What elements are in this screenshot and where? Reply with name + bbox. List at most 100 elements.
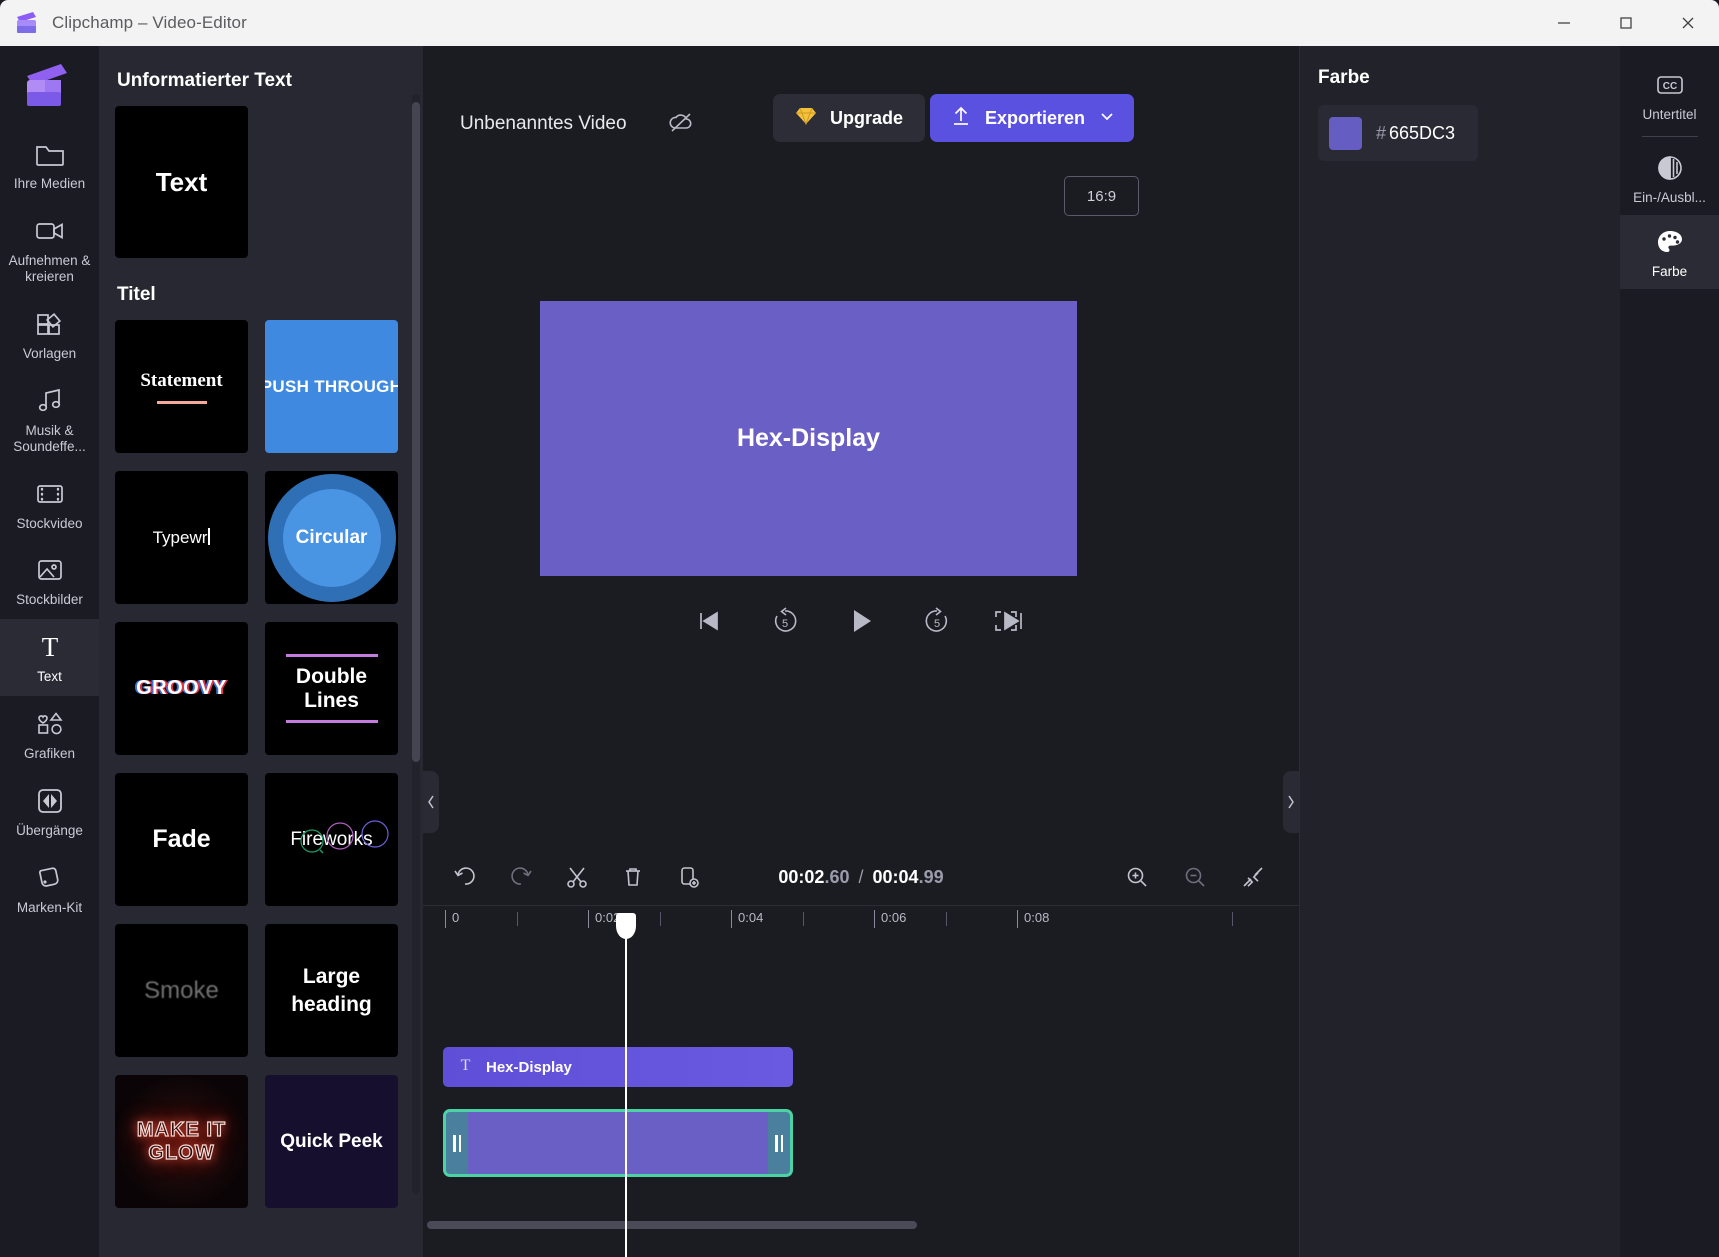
collapse-left-panel-button[interactable] <box>423 771 439 833</box>
forward-5-button[interactable]: 5 <box>915 599 959 643</box>
export-button[interactable]: Exportieren <box>930 94 1135 142</box>
delete-button[interactable] <box>611 855 655 899</box>
skip-to-start-button[interactable] <box>687 599 731 643</box>
sidebar-item-marken-kit[interactable]: Marken-Kit <box>0 850 99 927</box>
right-rail-item-ein-ausblenden[interactable]: Ein-/Ausbl... <box>1620 141 1719 215</box>
fit-to-timeline-button[interactable] <box>1231 855 1275 899</box>
right-rail-item-untertitel[interactable]: CC Untertitel <box>1620 58 1719 132</box>
template-card-make-it-glow[interactable]: MAKE IT GLOW <box>115 1075 248 1208</box>
template-preview: Statement <box>140 370 223 404</box>
play-button[interactable] <box>839 599 883 643</box>
transition-icon <box>36 786 64 816</box>
camera-icon <box>35 216 65 246</box>
window-title: Clipchamp – Video-Editor <box>52 13 247 32</box>
template-card-circular[interactable]: Circular <box>265 471 398 604</box>
upgrade-label: Upgrade <box>830 107 904 128</box>
sidebar-item-ihre-medien[interactable]: Ihre Medien <box>0 126 99 203</box>
timeline-hscrollbar-thumb[interactable] <box>427 1221 917 1229</box>
minimize-button[interactable] <box>1533 0 1595 46</box>
template-card-typewriter[interactable]: Typewr <box>115 471 248 604</box>
total-time: 00:04.99 <box>873 867 944 887</box>
diamond-icon <box>795 106 817 131</box>
redo-button[interactable] <box>499 855 543 899</box>
title-template-grid: Statement PUSH THROUGH Typewr Circular G… <box>115 320 407 1208</box>
color-swatch[interactable] <box>1329 116 1362 150</box>
template-card-groovy[interactable]: GROOVY <box>115 622 248 755</box>
app-body: Ihre Medien Aufnehmen & kreieren Vorlage… <box>0 46 1719 1257</box>
folder-icon <box>35 139 65 169</box>
template-card-push-through[interactable]: PUSH THROUGH <box>265 320 398 453</box>
timeline-hscrollbar-track[interactable] <box>423 1221 1299 1229</box>
preview-area: Hex-Display 5 5 <box>423 166 1299 969</box>
color-picker-row[interactable]: #665DC3 <box>1318 105 1478 161</box>
text-icon: T <box>36 632 64 662</box>
right-rail-item-farbe[interactable]: Farbe <box>1620 215 1719 289</box>
sidebar-item-label: Marken-Kit <box>16 900 83 916</box>
fullscreen-button[interactable] <box>983 591 1029 651</box>
sidebar-item-label: Übergänge <box>16 823 83 839</box>
template-preview: Fireworks <box>290 819 389 853</box>
sidebar-item-musik-soundeffekte[interactable]: Musik & Soundeffe... <box>0 373 99 466</box>
template-card-quick-peek[interactable]: Quick Peek <box>265 1075 398 1208</box>
upgrade-button[interactable]: Upgrade <box>773 94 926 142</box>
cloud-off-icon[interactable] <box>667 110 695 139</box>
image-icon <box>36 555 64 585</box>
trim-handle-right[interactable] <box>768 1112 790 1174</box>
zoom-in-button[interactable] <box>1115 855 1159 899</box>
title-bar: Clipchamp – Video-Editor <box>0 0 1719 46</box>
collapse-right-panel-button[interactable] <box>1283 771 1299 833</box>
undo-button[interactable] <box>443 855 487 899</box>
templates-icon <box>36 309 64 339</box>
template-label: Text <box>155 166 208 197</box>
zoom-out-button[interactable] <box>1173 855 1217 899</box>
project-title[interactable]: Unbenanntes Video <box>460 113 627 135</box>
template-card-double-lines[interactable]: Double Lines <box>265 622 398 755</box>
film-icon <box>35 479 65 509</box>
template-card-statement[interactable]: Statement <box>115 320 248 453</box>
sidebar-item-text[interactable]: T Text <box>0 619 99 697</box>
right-rail-item-label: Farbe <box>1651 264 1688 279</box>
template-preview: Typewr <box>153 527 211 548</box>
sidebar-item-aufnehmen-kreieren[interactable]: Aufnehmen & kreieren <box>0 203 99 296</box>
sidebar-item-label: Text <box>37 669 62 685</box>
template-card-large-heading[interactable]: Large heading <box>265 924 398 1057</box>
ruler-tick-minor <box>659 912 661 926</box>
maximize-button[interactable] <box>1595 0 1657 46</box>
sidebar-item-grafiken[interactable]: Grafiken <box>0 696 99 773</box>
playhead-knob[interactable] <box>616 913 636 939</box>
ruler-tick-minor <box>802 912 804 926</box>
timeline-ruler[interactable]: 0 0:02 0:04 0:06 0:08 <box>423 905 1299 937</box>
template-card-fireworks[interactable]: Fireworks <box>265 773 398 906</box>
template-card-text[interactable]: Text <box>115 106 248 258</box>
ruler-tick-minor <box>1231 912 1233 926</box>
split-button[interactable] <box>555 855 599 899</box>
rewind-5-button[interactable]: 5 <box>763 599 807 643</box>
duplicate-button[interactable] <box>667 855 711 899</box>
sidebar-item-vorlagen[interactable]: Vorlagen <box>0 296 99 373</box>
panel-scrollbar-thumb[interactable] <box>412 102 420 762</box>
template-label: Double Lines <box>295 664 368 712</box>
ruler-tick-major <box>588 910 589 928</box>
template-label: PUSH THROUGH <box>265 376 398 396</box>
properties-panel: Farbe #665DC3 <box>1299 46 1620 1257</box>
ruler-tick-major <box>731 910 732 928</box>
template-card-smoke[interactable]: Smoke <box>115 924 248 1057</box>
clipchamp-window: Clipchamp – Video-Editor Ihre Medien Auf… <box>0 0 1719 1257</box>
ruler-tick-label: 0:06 <box>881 910 907 925</box>
video-preview-canvas[interactable]: Hex-Display <box>540 301 1077 576</box>
timeline-tools-right <box>1115 855 1275 899</box>
sidebar-item-stockbilder[interactable]: Stockbilder <box>0 542 99 619</box>
brandkit-icon <box>36 863 64 893</box>
trim-handle-left[interactable] <box>446 1112 468 1174</box>
current-time-main: 00:02 <box>778 866 825 887</box>
sidebar-item-uebergaenge[interactable]: Übergänge <box>0 773 99 850</box>
timeline-clip-media[interactable] <box>443 1109 793 1177</box>
timeline-clip-text[interactable]: T Hex-Display <box>443 1047 793 1087</box>
template-card-fade[interactable]: Fade <box>115 773 248 906</box>
text-template-content: Unformatierter Text Text Titel Statement <box>99 46 423 1208</box>
close-button[interactable] <box>1657 0 1719 46</box>
timecode-separator: / <box>858 866 864 887</box>
playback-controls: 5 5 <box>423 591 1299 651</box>
playhead[interactable] <box>616 913 636 1257</box>
sidebar-item-stockvideo[interactable]: Stockvideo <box>0 466 99 543</box>
